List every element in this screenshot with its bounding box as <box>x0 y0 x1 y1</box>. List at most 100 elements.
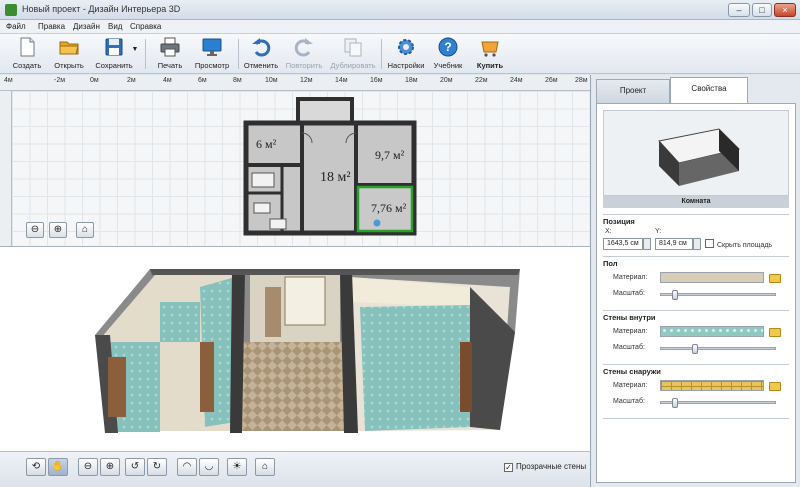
walls-outside-material-swatch[interactable] <box>660 380 764 391</box>
floor-scale-thumb[interactable] <box>672 290 678 300</box>
save-button[interactable]: Сохранить <box>92 36 136 72</box>
ruler-label: 16м <box>370 77 383 84</box>
walls-outside-scale-label: Масштаб: <box>613 398 645 405</box>
floor-scale-label: Масштаб: <box>613 290 645 297</box>
help-icon: ? <box>437 36 459 58</box>
maximize-button[interactable]: □ <box>752 3 772 17</box>
y-label: Y: <box>655 228 662 235</box>
room-area-label: 18 м² <box>320 170 351 185</box>
properties-panel: Проект Свойства Комната Позиция X: Y: 16… <box>592 75 800 487</box>
printer-icon <box>159 36 181 58</box>
room-preview <box>603 110 789 196</box>
zoom-out-3d-button[interactable]: ⊖ <box>78 458 98 476</box>
ruler-label: -2м <box>54 77 66 84</box>
floor-material-label: Материал: <box>613 274 648 281</box>
create-button[interactable]: Создать <box>8 36 46 72</box>
redo-button[interactable]: Повторить <box>284 36 324 72</box>
menu-file[interactable]: Файл <box>6 22 26 31</box>
horizontal-ruler: 4м -2м 0м 2м 4м 6м 8м 10м 12м 14м 16м 18… <box>0 75 590 91</box>
tilt-up-button[interactable]: ◠ <box>177 458 197 476</box>
3d-view-toolbar: ⟲ ✋ ⊖ ⊕ ↺ ↻ ◠ ◡ ☀ ⌂ ✓ Прозрачные стены <box>0 451 591 487</box>
rotate-right-icon: ↻ <box>152 461 162 472</box>
walls-inside-scale-thumb[interactable] <box>692 344 698 354</box>
home-icon: ⌂ <box>81 224 89 235</box>
print-button[interactable]: Печать <box>152 36 188 72</box>
preview-button[interactable]: Просмотр <box>192 36 232 72</box>
section-divider <box>603 418 789 419</box>
x-spinner[interactable] <box>643 238 651 250</box>
position-title: Позиция <box>603 217 635 226</box>
toolbar-separator <box>145 39 146 69</box>
section-divider <box>603 256 789 257</box>
ruler-label: 6м <box>198 77 207 84</box>
menu-edit[interactable]: Правка <box>38 22 65 31</box>
home-button[interactable]: ⌂ <box>76 222 94 238</box>
zoom-out-icon: ⊖ <box>83 461 93 472</box>
ruler-label: 22м <box>475 77 488 84</box>
floor-title: Пол <box>603 259 618 268</box>
ruler-label: 4м <box>163 77 172 84</box>
monitor-icon <box>201 36 223 58</box>
menu-view[interactable]: Вид <box>108 22 122 31</box>
section-divider <box>603 310 789 311</box>
title-bar: Новый проект - Дизайн Интерьера 3D – □ × <box>0 0 800 20</box>
tab-properties[interactable]: Свойства <box>670 77 748 103</box>
floor-plan[interactable] <box>230 93 430 243</box>
menu-design[interactable]: Дизайн <box>73 22 100 31</box>
3d-apartment-render[interactable] <box>0 247 591 451</box>
tab-project[interactable]: Проект <box>596 79 670 103</box>
zoom-in-icon: ⊕ <box>105 461 115 472</box>
plan-view[interactable]: 4м -2м 0м 2м 4м 6м 8м 10м 12м 14м 16м 18… <box>0 75 591 246</box>
walls-inside-scale-slider[interactable] <box>660 347 776 350</box>
folder-icon[interactable] <box>769 382 781 391</box>
zoom-out-button[interactable]: ⊖ <box>26 222 44 238</box>
folder-icon[interactable] <box>769 328 781 337</box>
rotate-right-button[interactable]: ↻ <box>147 458 167 476</box>
walls-inside-material-swatch[interactable] <box>660 326 764 337</box>
y-spinner[interactable] <box>693 238 701 250</box>
lighting-button[interactable]: ☀ <box>227 458 247 476</box>
tilt-down-button[interactable]: ◡ <box>199 458 219 476</box>
preview-caption: Комната <box>603 196 789 208</box>
open-button[interactable]: Открыть <box>50 36 88 72</box>
y-position-field[interactable]: 814,9 см <box>655 238 693 250</box>
pan-button[interactable]: ✋ <box>48 458 68 476</box>
rotate-left-button[interactable]: ↺ <box>125 458 145 476</box>
properties-content: Комната Позиция X: Y: 1643,5 см 814,9 см… <box>596 103 796 483</box>
floor-material-swatch[interactable] <box>660 272 764 283</box>
folder-open-icon <box>58 36 80 58</box>
tutorial-button[interactable]: ? Учебник <box>429 36 467 72</box>
zoom-in-3d-button[interactable]: ⊕ <box>100 458 120 476</box>
section-divider <box>603 364 789 365</box>
main-toolbar: Создать Открыть Сохранить ▼ Печать Просм… <box>0 34 800 74</box>
ruler-label: 20м <box>440 77 453 84</box>
minimize-button[interactable]: – <box>728 3 750 17</box>
zoom-in-button[interactable]: ⊕ <box>49 222 67 238</box>
ruler-label: 0м <box>90 77 99 84</box>
menu-bar: Файл Правка Дизайн Вид Справка <box>0 20 800 34</box>
ruler-label: 12м <box>300 77 313 84</box>
x-position-field[interactable]: 1643,5 см <box>603 238 643 250</box>
folder-icon[interactable] <box>769 274 781 283</box>
ruler-label: 8м <box>233 77 242 84</box>
hide-area-checkbox[interactable]: Скрыть площадь <box>705 239 772 249</box>
settings-button[interactable]: Настройки <box>386 36 426 72</box>
3d-view[interactable] <box>0 246 591 451</box>
home-3d-button[interactable]: ⌂ <box>255 458 275 476</box>
undo-button[interactable]: Отменить <box>242 36 280 72</box>
window-title: Новый проект - Дизайн Интерьера 3D <box>22 4 181 14</box>
checkbox-checked-icon[interactable]: ✓ <box>504 463 513 472</box>
close-button[interactable]: × <box>774 3 796 17</box>
checkbox-icon[interactable] <box>705 239 714 248</box>
duplicate-button[interactable]: Дублировать <box>330 36 376 72</box>
buy-button[interactable]: Купить <box>472 36 508 72</box>
chevron-down-icon: ▼ <box>131 46 139 53</box>
orbit-button[interactable]: ⟲ <box>26 458 46 476</box>
tilt-down-icon: ◡ <box>204 461 214 472</box>
rotate-icon: ⟲ <box>31 461 41 472</box>
walls-outside-scale-thumb[interactable] <box>672 398 678 408</box>
transparent-walls-checkbox[interactable]: ✓ Прозрачные стены <box>504 462 586 472</box>
menu-help[interactable]: Справка <box>130 22 161 31</box>
rotate-left-icon: ↺ <box>130 461 140 472</box>
undo-icon <box>250 36 272 58</box>
